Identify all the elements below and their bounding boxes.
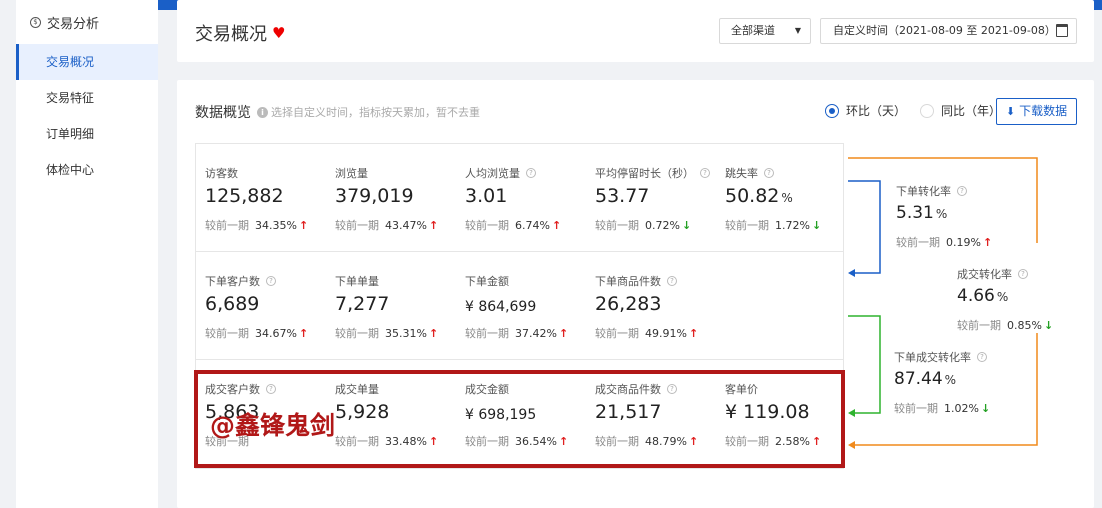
arrow-down-icon: ↓ (1043, 319, 1054, 332)
conversion-label: 成交转化率? (957, 266, 1028, 282)
conversion-label: 下单成交转化率? (894, 349, 987, 365)
conversion-order-rate: 下单转化率? 5.31% 较前一期 0.19% ↑ (896, 183, 1036, 253)
help-icon[interactable]: ? (957, 186, 967, 196)
conversion-deal-rate: 成交转化率? 4.66% 较前一期 0.85% ↓ (957, 266, 1097, 336)
conversion-order-deal-rate: 下单成交转化率? 87.44% 较前一期 1.02% ↓ (894, 349, 1034, 419)
arrow-down-icon: ↓ (980, 402, 991, 415)
conversion-value: 87.44% (894, 369, 957, 389)
conversion-value: 4.66% (957, 286, 1009, 306)
flow-arrowhead-green (848, 409, 855, 417)
watermark: @鑫锋鬼剑 (210, 411, 336, 440)
conversion-flow-arrows (848, 157, 1038, 449)
flow-arrowhead-blue (848, 269, 855, 277)
help-icon[interactable]: ? (977, 352, 987, 362)
conversion-compare: 较前一期 0.85% ↓ (957, 319, 1054, 332)
conversion-value: 5.31% (896, 203, 948, 223)
flow-arrow-blue (848, 180, 881, 274)
flow-arrow-green (848, 315, 881, 414)
help-icon[interactable]: ? (1018, 269, 1028, 279)
conversion-label: 下单转化率? (896, 183, 967, 199)
conversion-compare: 较前一期 1.02% ↓ (894, 402, 991, 415)
arrow-up-icon: ↑ (982, 236, 993, 249)
conversion-compare: 较前一期 0.19% ↑ (896, 236, 993, 249)
flow-arrowhead-orange (848, 441, 855, 449)
